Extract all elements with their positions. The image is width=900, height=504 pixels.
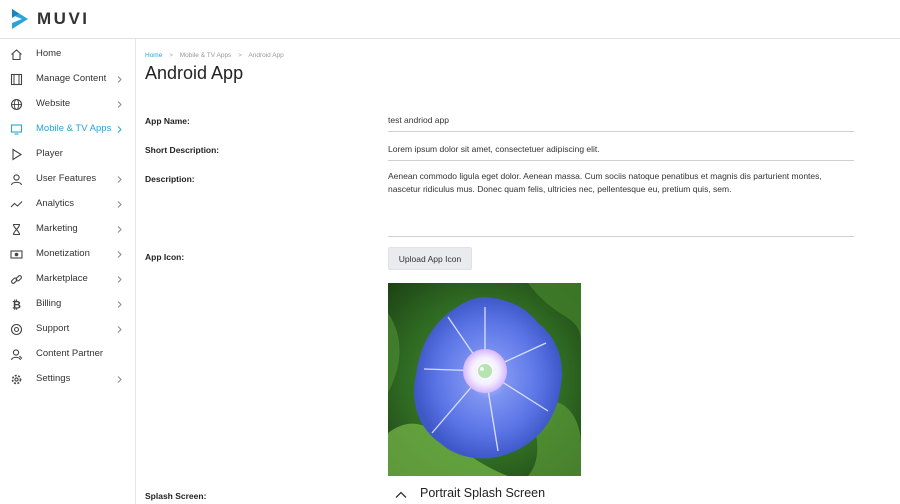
- sidebar-item-billing[interactable]: ₿ Billing: [0, 292, 136, 317]
- lifebuoy-icon: [10, 323, 23, 336]
- app-name-input[interactable]: test andriod app: [388, 115, 854, 132]
- sidebar-item-monetization[interactable]: Monetization: [0, 242, 136, 267]
- globe-icon: [10, 98, 23, 111]
- sidebar-item-label: Analytics: [36, 198, 75, 209]
- user-icon: [10, 173, 23, 186]
- bitcoin-icon: ₿: [10, 298, 23, 312]
- chevron-right-icon: [115, 100, 124, 109]
- svg-text:₿: ₿: [12, 299, 21, 312]
- sidebar-item-marketplace[interactable]: Marketplace: [0, 267, 136, 292]
- sidebar-item-label: Marketing: [36, 223, 78, 234]
- portrait-splash-screen-title: Portrait Splash Screen: [420, 486, 546, 500]
- short-description-label: Short Description:: [145, 145, 220, 155]
- sidebar-item-website[interactable]: Website: [0, 92, 136, 117]
- sidebar-item-label: Home: [36, 48, 62, 59]
- partner-icon: [10, 348, 23, 361]
- monitor-icon: [10, 123, 23, 136]
- top-bar: MUVI: [0, 0, 900, 39]
- breadcrumb-current: Android App: [248, 52, 284, 59]
- sidebar-item-label: Content Partner: [36, 348, 104, 359]
- chevron-right-icon: [115, 325, 124, 334]
- sidebar-item-user-features[interactable]: User Features: [0, 167, 136, 192]
- money-icon: [10, 248, 23, 261]
- sidebar-item-marketing[interactable]: Marketing: [0, 217, 136, 242]
- breadcrumb: Home > Mobile & TV Apps > Android App: [145, 52, 284, 59]
- home-icon: [10, 48, 23, 61]
- sidebar-item-manage-content[interactable]: Manage Content: [0, 67, 136, 92]
- sidebar-item-label: Mobile & TV Apps: [36, 123, 112, 134]
- trend-icon: [10, 198, 23, 211]
- sidebar-item-label: Player: [36, 148, 63, 159]
- play-icon: [10, 148, 23, 161]
- upload-app-icon-button[interactable]: Upload App Icon: [388, 247, 472, 270]
- chevron-up-icon[interactable]: [395, 489, 407, 501]
- sidebar-item-settings[interactable]: Settings: [0, 367, 136, 392]
- chevron-right-icon: [115, 375, 124, 384]
- breadcrumb-separator: >: [238, 52, 242, 59]
- sidebar-item-player[interactable]: Player: [0, 142, 136, 167]
- sidebar-item-label: Website: [36, 98, 71, 109]
- sidebar-item-analytics[interactable]: Analytics: [0, 192, 136, 217]
- muvi-logo[interactable]: MUVI: [10, 8, 90, 30]
- sidebar-item-home[interactable]: Home: [0, 42, 136, 67]
- sidebar-item-label: Manage Content: [36, 73, 107, 84]
- app-icon-preview-image: [388, 283, 581, 476]
- gear-icon: [10, 373, 23, 386]
- app-name-label: App Name:: [145, 116, 190, 126]
- page-title: Android App: [145, 63, 244, 83]
- description-textarea[interactable]: Aenean commodo ligula eget dolor. Aenean…: [388, 170, 854, 237]
- chevron-right-icon: [115, 275, 124, 284]
- description-label: Description:: [145, 174, 195, 184]
- sidebar-item-support[interactable]: Support: [0, 317, 136, 342]
- app-icon-label: App Icon:: [145, 252, 185, 262]
- chevron-right-icon: [115, 200, 124, 209]
- sidebar-item-label: Support: [36, 323, 70, 334]
- sidebar-item-label: Marketplace: [36, 273, 88, 284]
- breadcrumb-home-link[interactable]: Home: [145, 52, 162, 59]
- chevron-right-icon: [115, 300, 124, 309]
- splash-screen-label: Splash Screen:: [145, 491, 207, 501]
- chevron-right-icon: [115, 75, 124, 84]
- brand-name: MUVI: [37, 9, 90, 28]
- sidebar-item-label: Monetization: [36, 248, 90, 259]
- hourglass-icon: [10, 223, 23, 236]
- muvi-logo-icon: [12, 9, 28, 29]
- sidebar-item-label: User Features: [36, 173, 97, 184]
- breadcrumb-separator: >: [169, 52, 173, 59]
- sidebar-item-mobile-tv-apps[interactable]: Mobile & TV Apps: [0, 117, 136, 142]
- main-content: Home > Mobile & TV Apps > Android App An…: [137, 39, 900, 504]
- film-icon: [10, 73, 23, 86]
- short-description-input[interactable]: Lorem ipsum dolor sit amet, consectetuer…: [388, 144, 854, 161]
- breadcrumb-section-link[interactable]: Mobile & TV Apps: [180, 52, 232, 59]
- chevron-right-icon: [115, 250, 124, 259]
- chevron-right-icon: [115, 125, 124, 134]
- sidebar-item-label: Billing: [36, 298, 62, 309]
- chevron-right-icon: [115, 225, 124, 234]
- sidebar-item-content-partner[interactable]: Content Partner: [0, 342, 136, 367]
- chevron-right-icon: [115, 175, 124, 184]
- link-icon: [10, 273, 23, 286]
- sidebar: Home Manage Content Website Mobile & TV …: [0, 39, 136, 504]
- sidebar-item-label: Settings: [36, 373, 71, 384]
